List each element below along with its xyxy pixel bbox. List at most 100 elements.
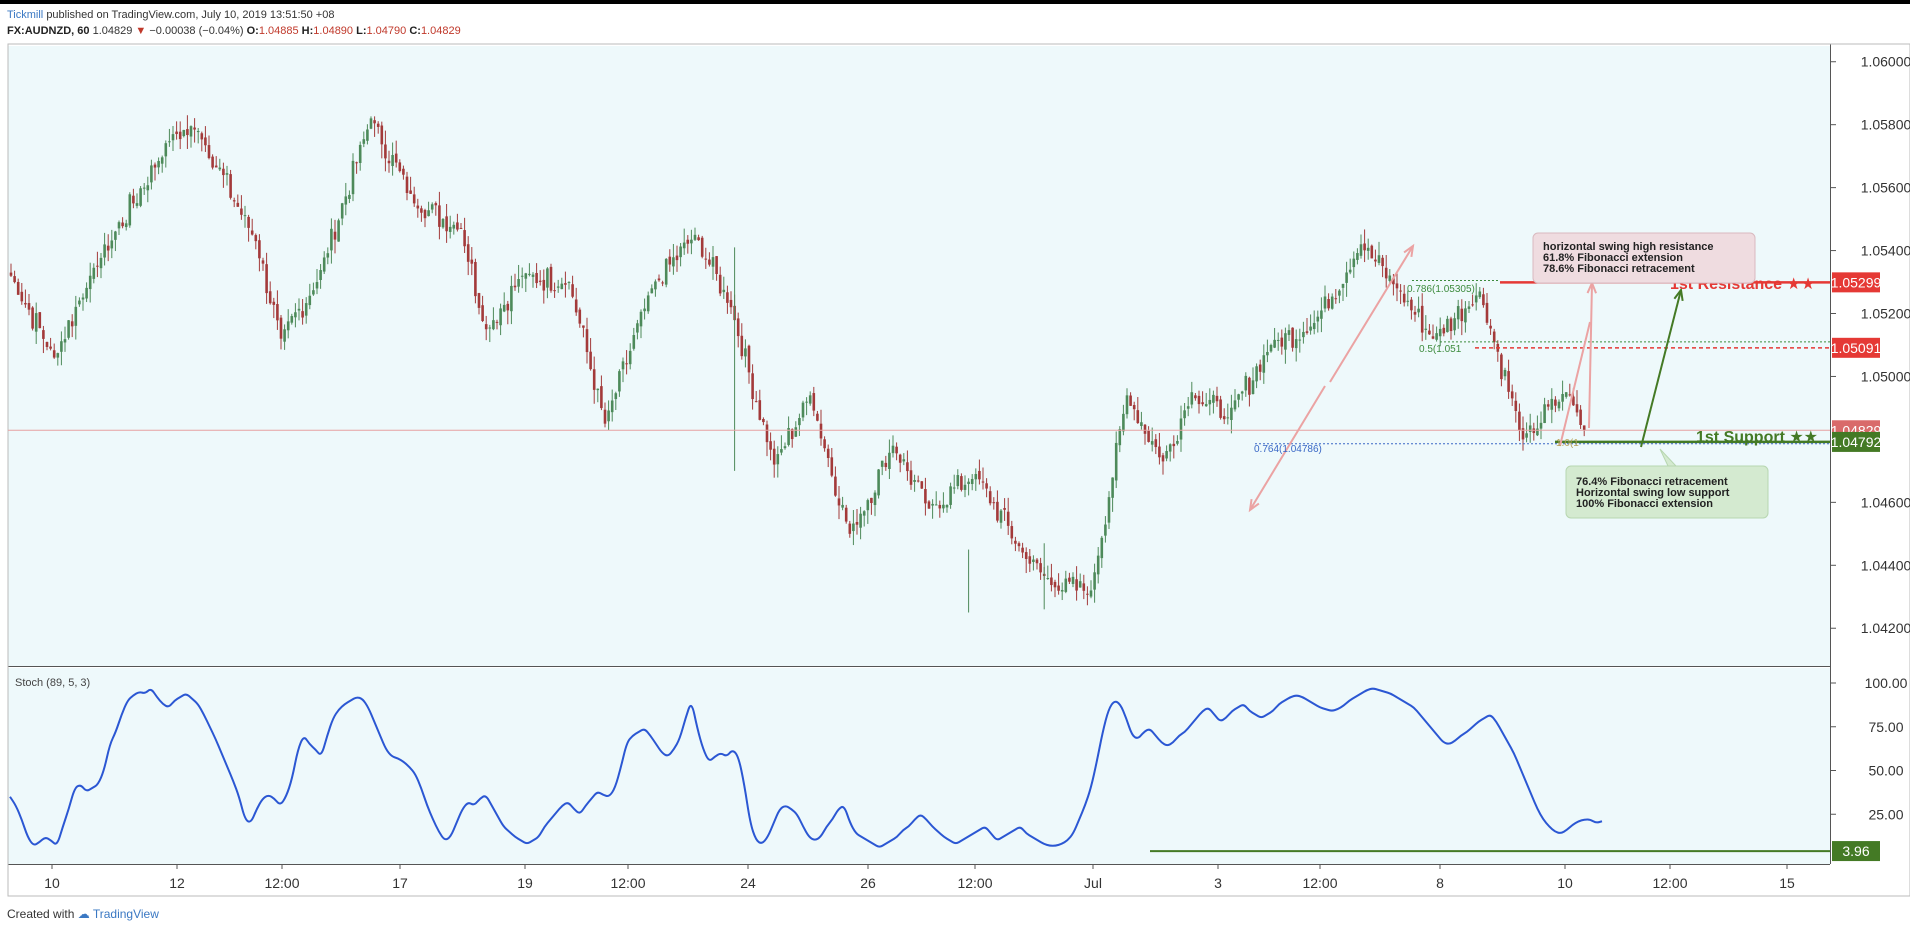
candle-body [762,419,765,423]
fib-764-label: 0.764(1.04786) [1254,444,1322,455]
candle-body [373,120,376,124]
candle-body [283,329,286,342]
candle-body [304,303,308,316]
candle-body [949,486,952,505]
candle-body [1176,440,1179,444]
candle-body [438,205,441,227]
candle-body [340,203,344,219]
support-label: 1st Support ★★ [1696,429,1818,446]
candle-body [704,258,708,260]
candle-body [708,259,711,265]
candle-body [1424,328,1428,330]
candle-body [495,321,499,323]
candle-body [240,208,243,215]
candle-body [1384,267,1388,279]
candle-body [780,449,783,453]
candle-body [196,130,200,133]
candle-body [848,523,852,534]
candle-body [1021,547,1024,553]
price-tick-label: 1.05200 [1861,306,1910,322]
candle-body [168,141,171,143]
candle-body [290,316,294,323]
candle-body [1168,444,1172,452]
candle-body [312,290,315,295]
candle-body [499,308,502,326]
candle-body [711,257,715,267]
candle-body [214,165,218,168]
candle-body [1298,339,1302,341]
fib-05-label: 0.5(1.051 [1419,344,1462,355]
candle-body [1456,306,1460,320]
candle-body [823,439,826,449]
candle-body [607,410,610,422]
candle-body [218,167,222,170]
candle-body [805,401,808,403]
candle-body [996,501,999,521]
tradingview-logo-icon: ☁ [77,907,90,921]
candle-body [441,219,445,228]
candle-body [1417,308,1420,313]
candle-body [956,475,960,487]
candle-body [646,295,650,312]
candle-body [1014,540,1017,544]
candle-body [506,303,510,311]
resistance-note[interactable]: horizontal swing high resistance61.8% Fi… [1532,232,1756,284]
candle-body [963,484,967,490]
candle-body [722,289,726,293]
candle-body [618,371,621,392]
candle-body [114,231,117,240]
candle-body [934,504,938,506]
candle-body [45,341,49,347]
candle-body [1024,552,1028,559]
candle-body [265,264,268,294]
price-pane[interactable] [8,46,1830,666]
candle-body [1208,399,1212,405]
candle-body [1471,304,1474,306]
candle-body [668,256,672,265]
stoch-tick-label: 25.00 [1868,806,1903,822]
candle-body [855,521,859,525]
candle-body [560,283,564,290]
price-tick-label: 1.06000 [1861,54,1910,70]
candle-body [362,139,366,144]
candle-body [1006,511,1010,526]
candle-body [488,327,492,329]
candle-body [740,335,744,357]
candle-body [1143,424,1147,434]
candle-body [1060,589,1064,592]
candle-body [1312,322,1316,330]
candle-body [394,153,398,163]
candle-body [1374,259,1377,262]
candle-body [1158,446,1161,458]
candle-body [1125,395,1129,415]
candle-body [1525,433,1528,438]
candle-body [1244,375,1248,391]
time-tick-label: 12:00 [1652,875,1687,891]
candle-body [186,129,189,136]
stoch-pane[interactable] [8,668,1830,864]
candle-body [826,448,830,459]
candle-body [1057,585,1060,591]
candle-body [110,240,114,249]
time-tick-label: 8 [1436,875,1444,891]
candle-body [1150,441,1154,445]
time-tick-label: 10 [44,875,60,891]
candle-body [1435,333,1438,340]
candle-body [207,145,211,159]
candle-body [1420,305,1424,333]
candle-body [675,255,679,261]
candle-body [1129,395,1132,406]
candle-body [549,266,553,291]
candle-body [204,137,207,146]
candle-body [1172,443,1176,447]
chart-canvas[interactable]: 0.786(1.05305) 0.5(1.051 0.764(1.04786) 1.0… [0,0,1910,926]
time-tick-label: 12:00 [957,875,992,891]
price-tag-label: 1.05091 [1831,340,1882,356]
candle-body [924,489,927,504]
candle-body [434,203,438,206]
candle-body [1237,394,1240,400]
stoch-tick-label: 50.00 [1868,763,1903,779]
candle-body [553,290,556,292]
tradingview-link[interactable]: TradingView [93,907,159,921]
candle-body [1075,579,1078,591]
